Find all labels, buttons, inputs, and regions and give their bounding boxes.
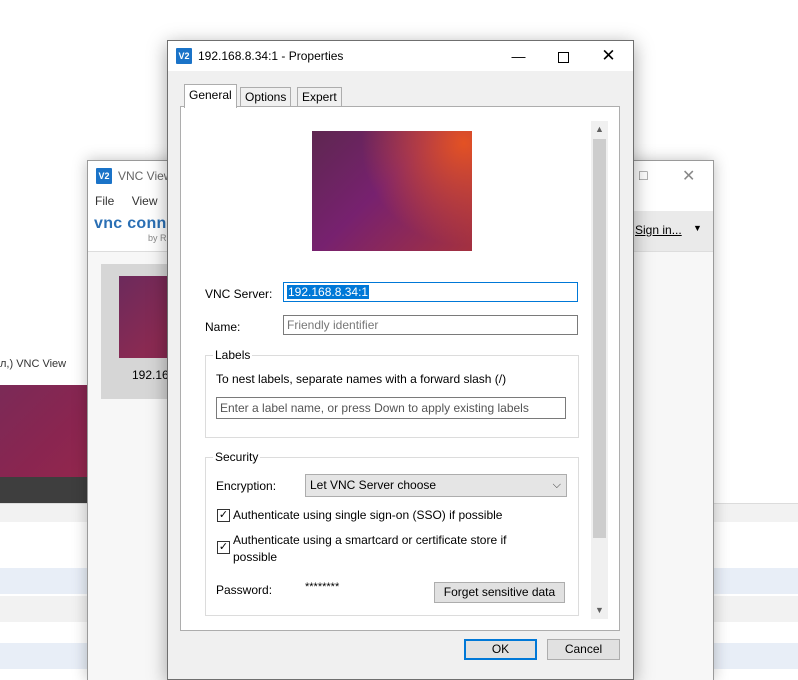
connection-tile-label: 192.16	[132, 368, 169, 382]
dialog-title: 192.168.8.34:1 - Properties	[198, 49, 344, 63]
tab-options[interactable]: Options	[240, 87, 292, 107]
scroll-down-icon[interactable]: ▼	[591, 602, 608, 619]
vnc-server-value: 192.168.8.34:1	[287, 285, 370, 299]
vnc-logo-icon: V2	[176, 48, 192, 64]
cancel-button[interactable]: Cancel	[547, 639, 620, 660]
scroll-up-icon[interactable]: ▲	[591, 121, 608, 138]
scrollbar-thumb[interactable]	[593, 139, 606, 538]
background-dark-strip	[0, 477, 88, 503]
smartcard-checkbox[interactable]: ✓	[217, 541, 230, 554]
brand-byline: by R	[148, 233, 167, 243]
encryption-value: Let VNC Server choose	[310, 478, 437, 492]
sso-checkbox[interactable]: ✓	[217, 509, 230, 522]
vnc-server-input[interactable]: 192.168.8.34:1	[283, 282, 578, 302]
vnc-connect-brand: vnc conn	[94, 215, 167, 232]
labels-hint: To nest labels, separate names with a fo…	[216, 372, 507, 386]
encryption-label: Encryption:	[216, 479, 277, 493]
general-tab-page: VNC Server: 192.168.8.34:1 Name: Friendl…	[180, 106, 620, 631]
maximize-icon	[558, 51, 569, 63]
labels-input[interactable]: Enter a label name, or press Down to app…	[216, 397, 566, 419]
password-value: ********	[305, 581, 340, 593]
dialog-title-bar: V2 192.168.8.34:1 - Properties — ✕	[168, 41, 633, 71]
menu-file[interactable]: File	[95, 194, 114, 208]
menu-view[interactable]: View	[132, 194, 158, 208]
background-thumbnail	[0, 385, 88, 477]
close-button[interactable]: ✕	[586, 41, 631, 71]
name-label: Name:	[205, 320, 241, 334]
name-placeholder: Friendly identifier	[287, 318, 379, 332]
smartcard-label-line2: possible	[233, 550, 278, 564]
encryption-dropdown[interactable]: Let VNC Server choose ⌵	[305, 474, 567, 497]
desktop-preview-image	[312, 131, 472, 251]
sign-in-area: Sign in... ▼	[633, 211, 713, 251]
maximize-icon[interactable]: ☐	[638, 169, 649, 183]
tab-general[interactable]: General	[184, 84, 237, 108]
name-input[interactable]: Friendly identifier	[283, 315, 578, 335]
sign-in-link[interactable]: Sign in...	[635, 223, 682, 237]
forget-sensitive-data-button[interactable]: Forget sensitive data	[434, 582, 565, 603]
labels-group: Labels To nest labels, separate names wi…	[205, 348, 579, 438]
close-icon[interactable]: ✕	[682, 166, 695, 186]
main-menu-bar: File View	[95, 194, 171, 208]
maximize-button[interactable]	[541, 41, 586, 71]
caret-down-icon[interactable]: ▼	[693, 223, 702, 233]
background-snippet-text: л,) VNC View	[0, 358, 67, 370]
vnc-logo-icon: V2	[96, 168, 112, 184]
labels-group-title: Labels	[213, 348, 253, 362]
tab-expert[interactable]: Expert	[297, 87, 342, 107]
ok-button[interactable]: OK	[464, 639, 537, 660]
password-label: Password:	[216, 583, 273, 597]
vertical-scrollbar[interactable]: ▲ ▼	[591, 121, 608, 619]
minimize-button[interactable]: —	[496, 41, 541, 71]
labels-placeholder: Enter a label name, or press Down to app…	[220, 401, 529, 415]
main-window-title: VNC View	[118, 169, 173, 183]
security-group: Security Encryption: Let VNC Server choo…	[205, 450, 579, 616]
smartcard-label-line1: Authenticate using a smartcard or certif…	[233, 533, 507, 547]
vnc-server-label: VNC Server:	[205, 287, 273, 301]
chevron-down-icon: ⌵	[552, 479, 561, 491]
security-group-title: Security	[213, 450, 261, 464]
properties-dialog: V2 192.168.8.34:1 - Properties — ✕ Gener…	[167, 40, 634, 680]
sso-label: Authenticate using single sign-on (SSO) …	[233, 508, 503, 522]
